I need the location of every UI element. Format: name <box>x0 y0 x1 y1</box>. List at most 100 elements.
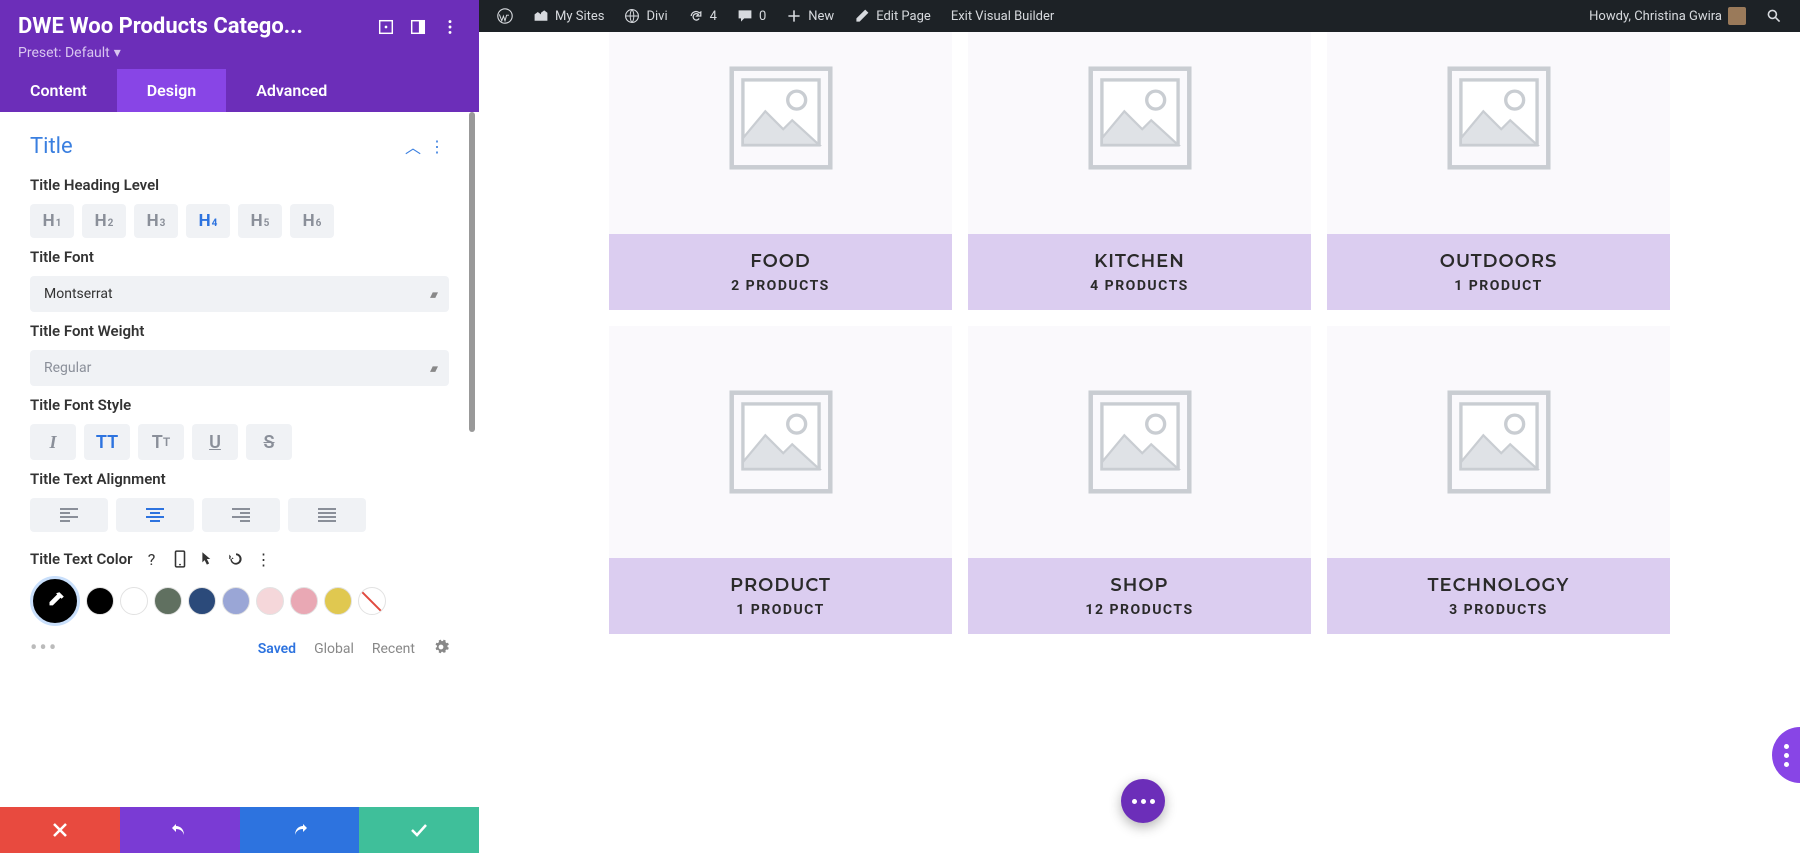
more-vert-icon[interactable] <box>439 16 461 38</box>
reset-icon[interactable] <box>227 550 245 568</box>
eyedropper-icon <box>44 590 66 612</box>
align-center[interactable] <box>116 498 194 532</box>
tab-design[interactable]: Design <box>117 69 226 112</box>
hover-icon[interactable] <box>199 550 217 568</box>
search-toggle[interactable] <box>1756 0 1792 32</box>
dock-icon[interactable] <box>407 16 429 38</box>
save-button[interactable] <box>359 807 479 853</box>
heading-h2[interactable]: H2 <box>82 204 126 238</box>
select-arrows-icon: ▴▾ <box>430 288 435 301</box>
expand-icon[interactable] <box>375 16 397 38</box>
tab-advanced[interactable]: Advanced <box>226 69 357 112</box>
category-card[interactable]: KITCHEN 4 PRODUCTS <box>968 32 1311 310</box>
heading-h3[interactable]: H3 <box>134 204 178 238</box>
swatch-olive[interactable] <box>154 587 182 615</box>
module-settings-panel: DWE Woo Products Catego... Preset: Defau… <box>0 0 479 853</box>
undo-icon <box>170 820 190 840</box>
site-icon <box>624 8 640 24</box>
category-title: OUTDOORS <box>1335 250 1662 272</box>
responsive-icon[interactable] <box>171 550 189 568</box>
placeholder-image-icon <box>1084 62 1196 174</box>
style-strikethrough[interactable]: S <box>246 424 292 460</box>
edit-page[interactable]: Edit Page <box>844 0 941 32</box>
swatch-navy[interactable] <box>188 587 216 615</box>
heading-h5[interactable]: H5 <box>238 204 282 238</box>
site-name[interactable]: Divi <box>614 0 677 32</box>
label-alignment: Title Text Alignment <box>30 470 449 488</box>
select-arrows-icon: ▴▾ <box>430 362 435 375</box>
swatch-pink[interactable] <box>290 587 318 615</box>
swatch-pink-light[interactable] <box>256 587 284 615</box>
palette-saved[interactable]: Saved <box>258 641 296 657</box>
chevron-up-icon[interactable]: ︿ <box>401 130 425 162</box>
builder-toggle-fab[interactable] <box>1772 727 1800 783</box>
color-picker-button[interactable] <box>30 576 80 626</box>
palette-global[interactable]: Global <box>314 641 354 657</box>
category-count: 2 PRODUCTS <box>617 278 944 294</box>
new-content[interactable]: New <box>776 0 844 32</box>
comment-icon <box>737 8 753 24</box>
preset-selector[interactable]: Preset: Default▾ <box>18 45 461 61</box>
category-image <box>968 32 1311 234</box>
category-title: KITCHEN <box>976 250 1303 272</box>
palette-tabs: ••• Saved Global Recent <box>30 636 449 661</box>
category-card[interactable]: FOOD 2 PRODUCTS <box>609 32 952 310</box>
align-right[interactable] <box>202 498 280 532</box>
style-smallcaps[interactable]: TT <box>138 424 184 460</box>
category-count: 3 PRODUCTS <box>1335 602 1662 618</box>
category-card[interactable]: OUTDOORS 1 PRODUCT <box>1327 32 1670 310</box>
panel-footer <box>0 807 479 853</box>
module-actions-fab[interactable] <box>1121 779 1165 823</box>
howdy-user[interactable]: Howdy, Christina Gwira <box>1579 0 1756 32</box>
palette-recent[interactable]: Recent <box>372 641 415 657</box>
swatch-transparent[interactable] <box>358 587 386 615</box>
label-heading-level: Title Heading Level <box>30 176 449 194</box>
panel-header: DWE Woo Products Catego... Preset: Defau… <box>0 0 479 69</box>
font-weight-select[interactable]: Regular ▴▾ <box>30 350 449 386</box>
heading-h1[interactable]: H1 <box>30 204 74 238</box>
plus-icon <box>786 8 802 24</box>
style-underline[interactable]: U <box>192 424 238 460</box>
category-card[interactable]: PRODUCT 1 PRODUCT <box>609 326 952 634</box>
more-vert-icon[interactable]: ⋮ <box>255 550 273 568</box>
swatch-lavender[interactable] <box>222 587 250 615</box>
cancel-button[interactable] <box>0 807 120 853</box>
category-card[interactable]: SHOP 12 PRODUCTS <box>968 326 1311 634</box>
refresh-icon <box>688 8 704 24</box>
category-info: TECHNOLOGY 3 PRODUCTS <box>1327 558 1670 634</box>
more-vert-icon[interactable]: ⋮ <box>425 133 449 160</box>
section-header-title[interactable]: Title ︿ ⋮ <box>30 130 449 162</box>
heading-h4[interactable]: H4 <box>186 204 230 238</box>
font-select[interactable]: Montserrat ▴▾ <box>30 276 449 312</box>
swatch-black[interactable] <box>86 587 114 615</box>
gear-icon[interactable] <box>433 639 449 659</box>
heading-h6[interactable]: H6 <box>290 204 334 238</box>
tab-content[interactable]: Content <box>0 69 117 112</box>
wp-logo[interactable] <box>487 0 523 32</box>
redo-button[interactable] <box>240 807 360 853</box>
swatch-gold[interactable] <box>324 587 352 615</box>
category-info: KITCHEN 4 PRODUCTS <box>968 234 1311 310</box>
placeholder-image-icon <box>725 62 837 174</box>
style-italic[interactable]: I <box>30 424 76 460</box>
category-image <box>1327 32 1670 234</box>
refresh[interactable]: 4 <box>678 0 727 32</box>
category-image <box>1327 326 1670 558</box>
undo-button[interactable] <box>120 807 240 853</box>
palette-more[interactable]: ••• <box>30 636 58 661</box>
align-justify[interactable] <box>288 498 366 532</box>
style-uppercase[interactable]: TT <box>84 424 130 460</box>
my-sites[interactable]: My Sites <box>523 0 614 32</box>
page-preview: FOOD 2 PRODUCTS KITCHEN 4 PRODUCTS OUTDO… <box>479 32 1800 853</box>
category-title: FOOD <box>617 250 944 272</box>
sites-icon <box>533 8 549 24</box>
help-icon[interactable]: ? <box>143 550 161 568</box>
scrollbar[interactable] <box>469 112 475 432</box>
label-font: Title Font <box>30 248 449 266</box>
exit-visual-builder[interactable]: Exit Visual Builder <box>941 0 1064 32</box>
comments[interactable]: 0 <box>727 0 776 32</box>
swatch-white[interactable] <box>120 587 148 615</box>
category-card[interactable]: TECHNOLOGY 3 PRODUCTS <box>1327 326 1670 634</box>
align-left[interactable] <box>30 498 108 532</box>
category-info: SHOP 12 PRODUCTS <box>968 558 1311 634</box>
